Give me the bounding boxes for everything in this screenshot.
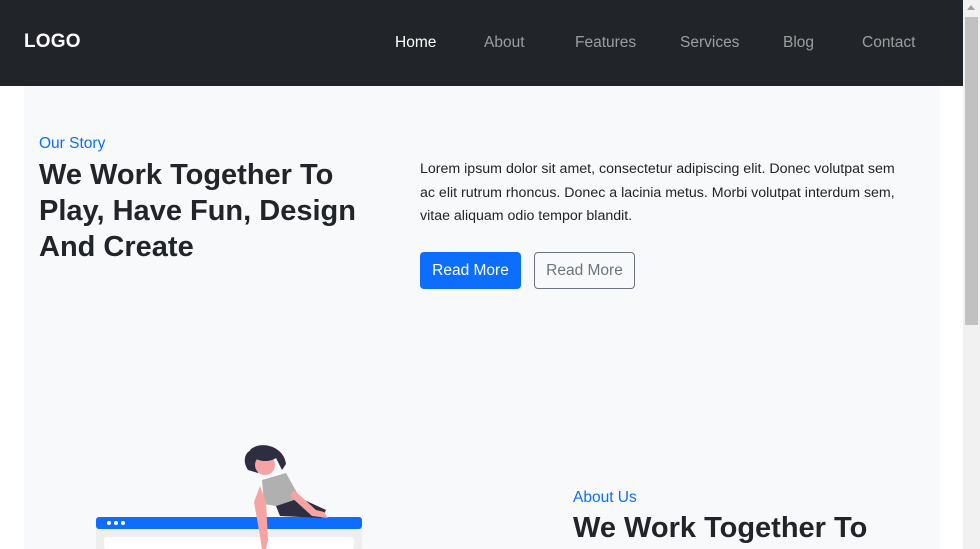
- top-navbar: LOGO Home About Features Services Blog C…: [0, 0, 963, 86]
- about-title: We Work Together To: [573, 512, 868, 544]
- nav-link-blog[interactable]: Blog: [783, 34, 814, 52]
- hero-paragraph-line: Lorem ipsum dolor sit amet, consectetur …: [420, 161, 895, 177]
- nav-link-services[interactable]: Services: [680, 34, 739, 52]
- hero-title-line: Play, Have Fun, Design: [39, 195, 356, 227]
- hero-title: We Work Together To Play, Have Fun, Desi…: [39, 157, 399, 265]
- nav-link-about[interactable]: About: [484, 34, 525, 52]
- read-more-button[interactable]: Read More: [420, 252, 521, 289]
- browser-window-titlebar: [96, 517, 362, 529]
- logo[interactable]: LOGO: [24, 31, 81, 53]
- nav-link-contact[interactable]: Contact: [862, 34, 915, 52]
- hero-paragraph: Lorem ipsum dolor sit amet, consectetur …: [420, 158, 925, 229]
- scroll-up-arrow-icon[interactable]: [967, 5, 975, 10]
- read-more-outline-button[interactable]: Read More: [534, 252, 635, 289]
- hero-paragraph-line: vitae aliquam odio tempor blandit.: [420, 208, 633, 224]
- hero-title-line: And Create: [39, 231, 194, 263]
- scrollbar-thumb[interactable]: [965, 17, 978, 325]
- person-with-browser-window-illustration: [96, 445, 362, 549]
- hero-paragraph-line: ac elit rutrum rhoncus. Donec a lacinia …: [420, 184, 895, 201]
- nav-link-home[interactable]: Home: [395, 34, 436, 52]
- hero-title-line: We Work Together To: [39, 159, 334, 191]
- about-eyebrow: About Us: [573, 489, 637, 506]
- vertical-scrollbar[interactable]: [963, 0, 980, 549]
- hero-eyebrow: Our Story: [39, 135, 106, 152]
- nav-link-features[interactable]: Features: [575, 34, 636, 52]
